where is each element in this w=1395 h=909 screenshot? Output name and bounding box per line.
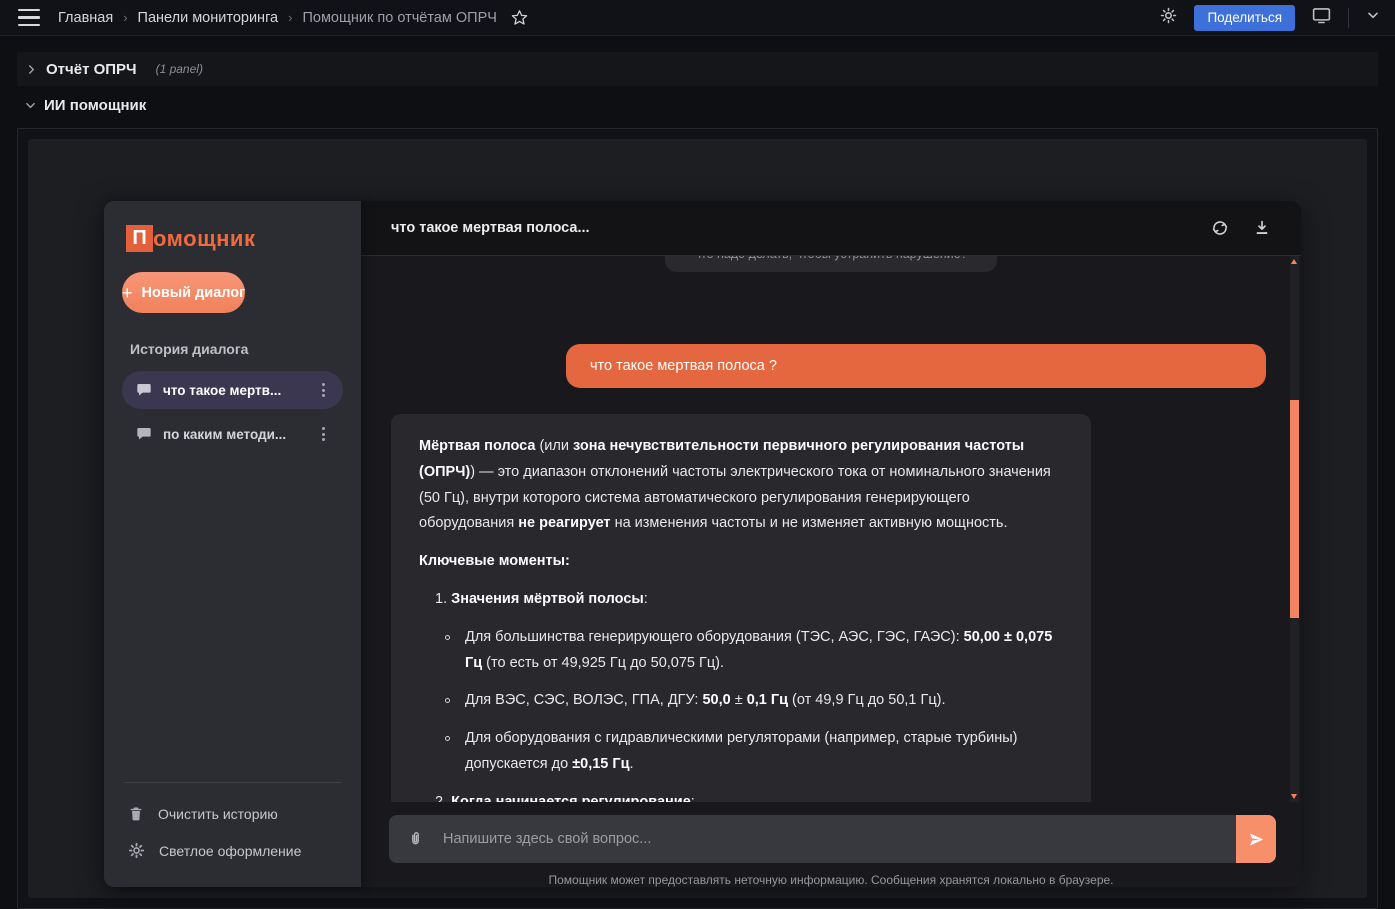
row-report-oprch[interactable]: Отчёт ОПРЧ (1 panel) (17, 52, 1378, 86)
breadcrumb-dashboards[interactable]: Панели мониторинга (138, 10, 279, 26)
breadcrumb-home[interactable]: Главная (58, 10, 113, 26)
history-item-label: по каким методи... (163, 427, 286, 442)
plus-icon: + (122, 284, 133, 302)
message-input-row (389, 815, 1276, 863)
new-dialog-label: Новый диалог (142, 285, 246, 301)
logo-text: омощник (153, 226, 255, 252)
row-report-panel-count: (1 panel) (156, 62, 203, 76)
chevron-right-icon: › (123, 10, 127, 25)
kebab-menu-icon[interactable] (318, 423, 329, 445)
kebab-menu-icon[interactable] (318, 379, 329, 401)
hamburger-menu-icon[interactable] (18, 9, 40, 27)
clear-history-label: Очистить историю (158, 806, 278, 822)
breadcrumb-current: Помощник по отчётам ОПРЧ (302, 10, 496, 26)
history-item[interactable]: по каким методи... (122, 415, 343, 453)
scrollbar-thumb[interactable] (1290, 400, 1299, 618)
row-report-title: Отчёт ОПРЧ (46, 61, 137, 78)
favorite-star-icon[interactable] (511, 9, 528, 26)
app-logo: Помощник (126, 225, 361, 252)
chevron-right-icon: › (288, 10, 292, 25)
panel-content: Помощник + Новый диалог История диалога … (28, 139, 1367, 898)
scroll-up-arrow-icon[interactable] (1291, 259, 1297, 264)
sidebar-divider (124, 782, 341, 783)
user-message-bubble: что такое мертвая полоса ? (566, 344, 1266, 388)
refresh-icon[interactable] (1211, 219, 1229, 237)
chevron-down-icon (25, 100, 36, 111)
light-theme-toggle[interactable]: Светлое оформление (124, 842, 341, 859)
logo-letter-box: П (126, 225, 153, 252)
light-theme-label: Светлое оформление (159, 843, 301, 859)
chat-bubble-icon (136, 426, 152, 442)
clear-history-button[interactable]: Очистить историю (124, 805, 341, 822)
chat-header: что такое мертвая полоса... (361, 201, 1301, 256)
row-ai-assistant-title: ИИ помощник (44, 97, 146, 114)
breadcrumb: Главная › Панели мониторинга › Помощник … (58, 10, 497, 26)
top-nav: Главная › Панели мониторинга › Помощник … (0, 0, 1395, 36)
sidebar-footer: Очистить историю Светлое оформление (124, 782, 341, 887)
chat-main: что такое мертвая полоса... что надо (361, 201, 1301, 887)
row-ai-assistant[interactable]: ИИ помощник (17, 93, 146, 117)
history-item[interactable]: что такое мертв... (122, 371, 343, 409)
ai-assistant-panel: Помощник + Новый диалог История диалога … (17, 128, 1378, 909)
toolbar-divider (1348, 8, 1349, 28)
chevron-right-icon (26, 64, 37, 75)
trash-icon (128, 805, 144, 822)
question-input[interactable] (443, 831, 1236, 847)
paper-plane-icon (1248, 831, 1265, 848)
download-icon[interactable] (1253, 219, 1271, 237)
theme-sun-gear-icon (128, 842, 145, 859)
chat-app: Помощник + Новый диалог История диалога … (104, 201, 1301, 887)
chat-bubble-icon (136, 382, 152, 398)
share-button[interactable]: Поделиться (1194, 5, 1295, 31)
disclaimer-text: Помощник может предоставлять неточную ин… (361, 873, 1301, 887)
chat-scrollbar[interactable] (1290, 256, 1299, 802)
settings-gear-icon[interactable] (1159, 6, 1178, 30)
send-button[interactable] (1236, 815, 1276, 863)
messages-viewport: что надо делать, чтобы устранить нарушен… (361, 256, 1301, 802)
tv-monitor-icon[interactable] (1311, 5, 1332, 31)
chat-sidebar: Помощник + Новый диалог История диалога … (104, 201, 361, 887)
attach-paperclip-icon[interactable] (389, 830, 424, 849)
new-dialog-button[interactable]: + Новый диалог (122, 272, 245, 313)
assistant-message: Мёртвая полоса (или зона нечувствительно… (391, 414, 1091, 802)
history-section-label: История диалога (130, 341, 361, 357)
clipped-message-bubble: что надо делать, чтобы устранить нарушен… (665, 256, 997, 272)
chat-title: что такое мертвая полоса... (391, 220, 590, 236)
history-item-label: что такое мертв... (163, 383, 281, 398)
scroll-down-arrow-icon[interactable] (1291, 794, 1297, 799)
chevron-down-icon[interactable] (1365, 7, 1381, 28)
